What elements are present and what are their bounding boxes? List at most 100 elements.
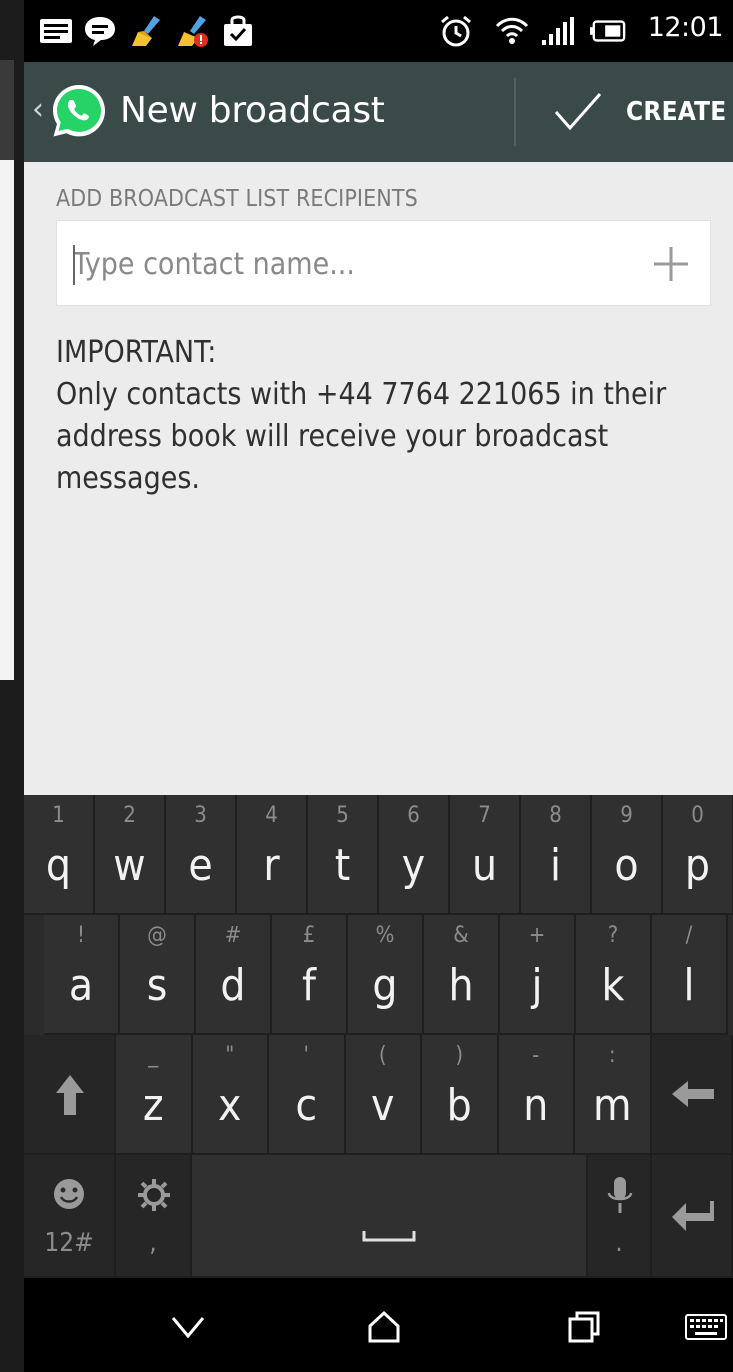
- key-hint: :: [608, 1043, 616, 1068]
- key-j[interactable]: + j: [500, 915, 576, 1035]
- home-icon: [368, 1310, 400, 1343]
- action-bar: ‹ New broadcast CREATE: [24, 62, 733, 162]
- key-letter: q: [45, 840, 72, 891]
- symbols-label: 12#: [44, 1228, 94, 1258]
- chevron-down-icon: [171, 1317, 205, 1338]
- key-e[interactable]: 3e: [166, 795, 237, 915]
- action-divider: [514, 78, 516, 146]
- status-bar: 12:01: [24, 0, 733, 62]
- key-hint: 0: [691, 803, 704, 828]
- key-hint: 9: [620, 803, 633, 828]
- key-hint: %: [375, 923, 395, 948]
- enter-arrow-icon: [672, 1201, 714, 1231]
- enter-key[interactable]: [652, 1155, 733, 1278]
- key-hint: +: [528, 923, 546, 948]
- background-app-edge: [0, 0, 24, 1372]
- key-r[interactable]: 4r: [237, 795, 308, 915]
- key-hint: @: [147, 923, 167, 948]
- broom-alert-icon: [174, 14, 210, 48]
- key-letter: s: [146, 960, 168, 1011]
- key-letter: m: [592, 1080, 632, 1131]
- whatsapp-logo-icon[interactable]: [50, 82, 108, 140]
- create-button[interactable]: CREATE: [544, 62, 733, 162]
- back-arrow-icon[interactable]: ‹: [32, 92, 44, 127]
- contact-name-field[interactable]: [56, 220, 711, 307]
- key-letter: i: [550, 840, 561, 891]
- keyboard-row-1: 1q2w3e4r5t6y7u8i9o0p: [24, 795, 733, 915]
- key-b[interactable]: ) b: [422, 1035, 499, 1155]
- key-letter: r: [263, 840, 280, 891]
- backspace-arrow-icon: [672, 1081, 714, 1107]
- shift-key[interactable]: [24, 1035, 116, 1155]
- key-m[interactable]: :m: [575, 1035, 652, 1155]
- background-app-panel: [0, 160, 14, 680]
- key-hint: 8: [549, 803, 562, 828]
- recent-apps-button[interactable]: [554, 1302, 614, 1352]
- shopping-bag-icon: [220, 14, 256, 48]
- key-hint: ": [225, 1043, 235, 1068]
- key-l[interactable]: / l: [652, 915, 728, 1035]
- key-w[interactable]: 2w: [95, 795, 166, 915]
- key-x[interactable]: " x: [192, 1035, 269, 1155]
- key-hint: !: [77, 923, 85, 948]
- hide-keyboard-button[interactable]: [158, 1302, 218, 1352]
- period-label: .: [615, 1228, 623, 1258]
- alarm-icon: [438, 14, 474, 48]
- key-z[interactable]: _ z: [116, 1035, 193, 1155]
- key-k[interactable]: ? k: [576, 915, 652, 1035]
- key-hint: 7: [478, 803, 491, 828]
- key-o[interactable]: 9o: [592, 795, 663, 915]
- comma-label: ,: [149, 1228, 157, 1258]
- signal-icon: [540, 14, 576, 48]
- battery-icon: [590, 14, 626, 48]
- key-hint: ?: [607, 923, 619, 948]
- key-letter: x: [218, 1080, 242, 1131]
- key-letter: p: [684, 840, 711, 891]
- key-u[interactable]: 7u: [450, 795, 521, 915]
- notice-body: Only contacts with +44 7764 221065 in th…: [56, 377, 667, 496]
- important-notice: IMPORTANT: Only contacts with +44 7764 2…: [56, 332, 706, 500]
- key-q[interactable]: 1q: [24, 795, 95, 915]
- key-g[interactable]: % g: [348, 915, 424, 1035]
- key-p[interactable]: 0p: [663, 795, 733, 915]
- key-letter: h: [448, 960, 474, 1011]
- screen-title: New broadcast: [120, 90, 385, 131]
- key-f[interactable]: £ f: [272, 915, 348, 1035]
- key-a[interactable]: ! a: [44, 915, 120, 1035]
- recent-apps-icon: [568, 1311, 600, 1343]
- add-contact-plus-icon[interactable]: [650, 243, 692, 285]
- key-s[interactable]: @ s: [120, 915, 196, 1035]
- key-hint: 4: [265, 803, 278, 828]
- key-d[interactable]: # d: [196, 915, 272, 1035]
- key-v[interactable]: (v: [345, 1035, 422, 1155]
- settings-comma-key[interactable]: ,: [116, 1155, 192, 1278]
- key-y[interactable]: 6y: [379, 795, 450, 915]
- key-letter: y: [401, 840, 426, 891]
- key-letter: v: [371, 1080, 395, 1131]
- key-letter: o: [614, 840, 639, 891]
- key-hint: /: [685, 923, 693, 948]
- contact-name-input[interactable]: [73, 221, 633, 307]
- space-bar[interactable]: [192, 1155, 588, 1278]
- symbols-key[interactable]: 12#: [24, 1155, 116, 1278]
- backspace-key[interactable]: [652, 1035, 733, 1155]
- key-hint: #: [224, 923, 242, 948]
- keyboard-row-3: _ z " x ' c(v) b - n: m: [24, 1035, 733, 1155]
- home-button[interactable]: [354, 1302, 414, 1352]
- keyboard-switch-button[interactable]: [684, 1302, 728, 1352]
- key-hint: (: [378, 1043, 387, 1068]
- keyboard-icon: [685, 1314, 727, 1340]
- key-i[interactable]: 8i: [521, 795, 592, 915]
- voice-period-key[interactable]: .: [588, 1155, 652, 1278]
- key-c[interactable]: ' c: [269, 1035, 346, 1155]
- key-t[interactable]: 5t: [308, 795, 379, 915]
- space-icon: [362, 1231, 416, 1242]
- background-app-panel: [0, 60, 14, 160]
- phone-screen: 12:01 ‹ New broadcast CREATE ADD BROADCA…: [24, 0, 733, 1372]
- broom-icon: [128, 14, 164, 48]
- key-h[interactable]: & h: [424, 915, 500, 1035]
- key-hint: -: [532, 1043, 540, 1068]
- chat-bubble-icon: [82, 14, 118, 48]
- message-icon: [38, 14, 74, 48]
- key-n[interactable]: -n: [498, 1035, 575, 1155]
